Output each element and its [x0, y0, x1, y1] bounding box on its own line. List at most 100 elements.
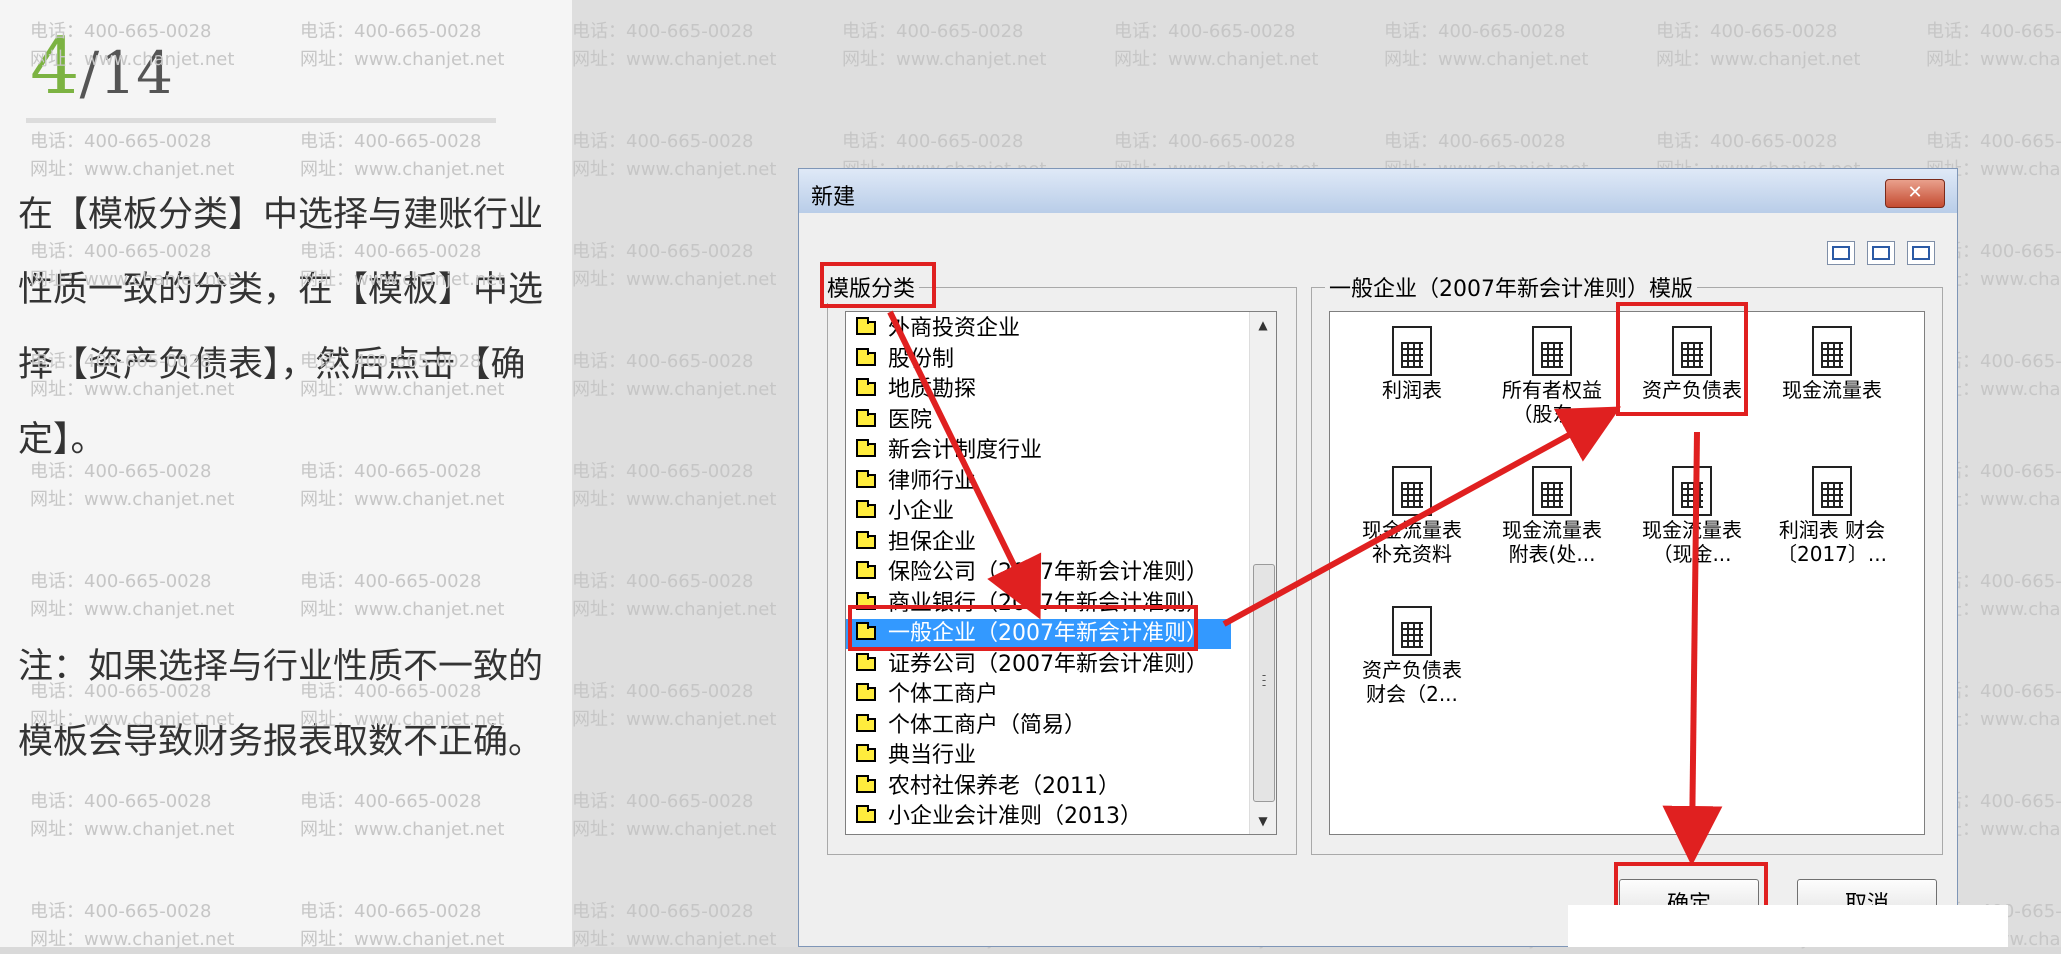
- watermark: 电话：400-665-0028 网址：www.chanjet.net: [572, 568, 776, 624]
- watermark-site: 网址：www.chanjet.net: [30, 709, 235, 730]
- watermark-phone: 电话：400-665-0028: [572, 21, 754, 42]
- template-item[interactable]: 所有者权益 （股东...: [1482, 326, 1622, 424]
- watermark-site: 网址：www.chanjet.net: [30, 49, 235, 70]
- category-item[interactable]: 新会计制度行业: [846, 436, 1231, 466]
- category-item[interactable]: 地质勘探: [846, 375, 1231, 405]
- watermark-phone: 电话：400-665-0028: [572, 571, 754, 592]
- category-item[interactable]: 小企业: [846, 497, 1231, 527]
- category-item[interactable]: 个体工商户（简易）: [846, 711, 1231, 741]
- watermark: 电话：400-665-0028 网址：www.chanjet.net: [572, 238, 776, 294]
- scroll-up-arrow-icon[interactable]: ▲: [1250, 312, 1276, 338]
- folder-icon: [856, 530, 876, 549]
- watermark-site: 网址：www.chanjet.net: [1656, 49, 1861, 70]
- watermark-site: 网址：www.chanjet.net: [572, 819, 777, 840]
- close-button[interactable]: ✕: [1885, 179, 1945, 208]
- watermark: 电话：400-665-0028 网址：www.chanjet.net: [30, 18, 234, 74]
- watermark: 电话：400-665-0028 网址：www.chanjet.net: [572, 348, 776, 404]
- category-item[interactable]: 证券公司（2007年新会计准则）: [846, 650, 1231, 680]
- watermark-site: 网址：www.chanjet.net: [300, 379, 505, 400]
- watermark: 电话：400-665-0028 网址：www.chanjet.net: [300, 18, 504, 74]
- template-label: 资产负债表: [1362, 658, 1462, 682]
- watermark: 电话：400-665-0028 网址：www.chanjet.net: [300, 678, 504, 734]
- watermark: 电话：400-665-0028 网址：www.chanjet.net: [572, 898, 776, 954]
- category-item[interactable]: 农村社保养老（2011）: [846, 772, 1231, 802]
- watermark-site: 网址：www.chanjet.net: [300, 599, 505, 620]
- watermark-phone: 电话：400-665-0028: [30, 241, 212, 262]
- watermark: 电话：400-665-0028 网址：www.chanjet.net: [300, 348, 504, 404]
- category-item[interactable]: 律师行业: [846, 467, 1231, 497]
- scroll-thumb[interactable]: ---: [1253, 564, 1275, 802]
- watermark-phone: 电话：400-665-0028: [300, 461, 482, 482]
- folder-icon: [856, 744, 876, 762]
- template-item[interactable]: 资产负债表 财会（2...: [1342, 606, 1482, 704]
- watermark-site: 网址：www.chanjet.net: [300, 269, 505, 290]
- watermark-phone: 电话：400-665-0028: [1656, 131, 1838, 152]
- watermark-phone: 电话：400-665-0028: [842, 131, 1024, 152]
- watermark-phone: 电话：400-665-0028: [300, 791, 482, 812]
- watermark-phone: 电话：400-665-0028: [300, 131, 482, 152]
- folder-icon: [856, 408, 876, 427]
- watermark-phone: 电话：400-665-0028: [572, 241, 754, 262]
- category-item[interactable]: 外商投资企业: [846, 314, 1231, 344]
- details-view-icon[interactable]: [1907, 241, 1935, 265]
- category-label: 医院: [888, 407, 933, 433]
- watermark-site: 网址：www.chanjet.net: [300, 819, 505, 840]
- watermark-site: 网址：www.chanjet.net: [30, 269, 235, 290]
- category-item[interactable]: 典当行业: [846, 741, 1231, 771]
- template-label: 现金流量表: [1502, 518, 1602, 542]
- watermark-site: 网址：www.chanjet.net: [572, 269, 777, 290]
- report-document-icon: [1392, 606, 1432, 656]
- watermark-phone: 电话：400-665-0028: [300, 901, 482, 922]
- category-item[interactable]: 股份制: [846, 345, 1231, 375]
- template-label: 附表(处...: [1508, 542, 1596, 566]
- folder-icon: [856, 500, 876, 518]
- category-label: 外商投资企业: [888, 316, 1021, 341]
- watermark-phone: 电话：400-665-0028: [572, 681, 754, 702]
- category-label: 新会计制度行业: [888, 438, 1043, 463]
- template-label: 补充资料: [1372, 542, 1452, 566]
- template-item[interactable]: 现金流量表 补充资料: [1342, 466, 1482, 564]
- title-bar: 新建 ✕: [799, 169, 1957, 213]
- watermark-site: 网址：www.chanjet.net: [572, 929, 777, 950]
- category-item[interactable]: 保险公司（2007年新会计准则）: [846, 558, 1231, 588]
- watermark-site: 网址：www.chanjet.net: [30, 489, 235, 510]
- list-view-icon[interactable]: [1867, 241, 1895, 265]
- watermark: 电话：400-665-0028 网址：www.chanjet.net: [572, 128, 776, 184]
- watermark-site: 网址：www.chanjet.net: [572, 709, 777, 730]
- watermark-phone: 电话：400-665-0028: [1926, 131, 2061, 152]
- watermark-phone: 电话：400-665-0028: [842, 21, 1024, 42]
- watermark: 电话：400-665-0028 网址：www.chanjet.net: [1926, 18, 2061, 74]
- highlight-selected-template: [1616, 302, 1748, 416]
- folder-icon: [856, 469, 876, 488]
- category-label: 律师行业: [888, 468, 977, 494]
- watermark-phone: 电话：400-665-0028: [300, 21, 482, 42]
- folder-icon: [856, 683, 876, 701]
- watermark: 电话：400-665-0028 网址：www.chanjet.net: [1656, 18, 1860, 74]
- category-item[interactable]: 担保企业: [846, 528, 1231, 558]
- template-item[interactable]: 现金流量表 （现金...: [1622, 466, 1762, 564]
- watermark: 电话：400-665-0028 网址：www.chanjet.net: [572, 788, 776, 844]
- folder-icon: [856, 378, 876, 396]
- category-item[interactable]: 医院: [846, 406, 1231, 436]
- category-label: 小企业: [888, 499, 955, 524]
- template-item[interactable]: 利润表: [1342, 326, 1482, 400]
- large-icons-view-icon[interactable]: [1827, 241, 1855, 265]
- category-item[interactable]: 个体工商户: [846, 680, 1231, 710]
- template-label: 〔2017〕...: [1777, 542, 1887, 566]
- category-tree[interactable]: 外商投资企业股份制 地质勘探 医院新会计制度行业 律师行业小企业担保企业 保险公司（20…: [845, 311, 1277, 835]
- watermark-phone: 电话：400-665-0028: [300, 351, 482, 372]
- watermark-site: 网址：www.chanjet.net: [572, 159, 777, 180]
- watermark: 电话：400-665-0028 网址：www.chanjet.net: [300, 568, 504, 624]
- watermark-phone: 电话：400-665-0028: [1114, 131, 1296, 152]
- scroll-down-arrow-icon[interactable]: ▼: [1250, 808, 1276, 834]
- template-item[interactable]: 利润表 财会 〔2017〕...: [1762, 466, 1902, 564]
- category-item[interactable]: 小企业会计准则（2013）: [846, 802, 1231, 832]
- watermark: 电话：400-665-0028 网址：www.chanjet.net: [30, 568, 234, 624]
- template-item[interactable]: 现金流量表: [1762, 326, 1902, 400]
- watermark-phone: 电话：400-665-0028: [572, 131, 754, 152]
- watermark-phone: 电话：400-665-0028: [30, 351, 212, 372]
- tree-scrollbar[interactable]: ▲ --- ▼: [1249, 312, 1276, 834]
- report-document-icon: [1532, 466, 1572, 516]
- template-item[interactable]: 现金流量表 附表(处...: [1482, 466, 1622, 564]
- watermark-phone: 电话：400-665-0028: [30, 791, 212, 812]
